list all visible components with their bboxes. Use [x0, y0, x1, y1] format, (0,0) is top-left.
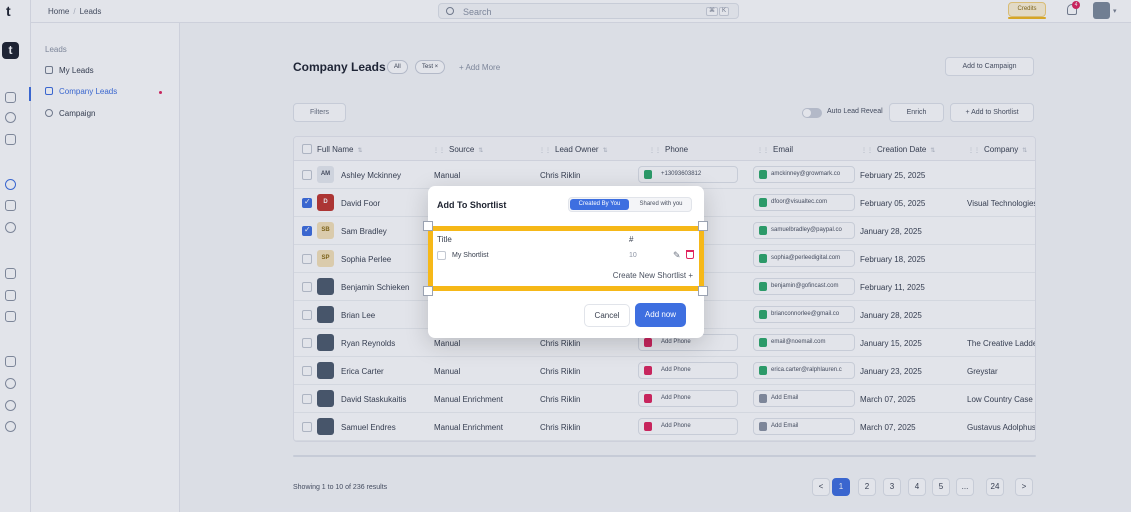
- resize-handle-bottom-left[interactable]: [423, 286, 433, 296]
- modal-title: Add To Shortlist: [437, 200, 507, 210]
- selection-highlight: [428, 226, 704, 291]
- resize-handle-top-right[interactable]: [698, 221, 708, 231]
- ownership-tabs: Created By You Shared with you: [568, 197, 692, 212]
- resize-handle-top-left[interactable]: [423, 221, 433, 231]
- tab-shared-with-you[interactable]: Shared with you: [631, 199, 691, 210]
- add-now-button[interactable]: Add now: [635, 303, 686, 327]
- cancel-button[interactable]: Cancel: [584, 304, 630, 327]
- resize-handle-bottom-right[interactable]: [698, 286, 708, 296]
- tab-created-by-you[interactable]: Created By You: [570, 199, 629, 210]
